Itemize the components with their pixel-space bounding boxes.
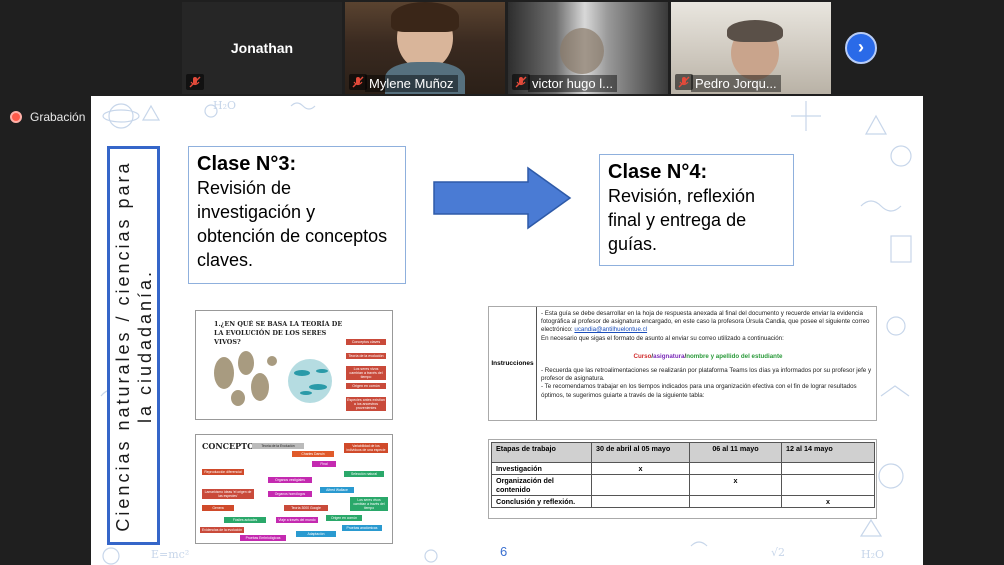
participant-tile-victor[interactable]: victor hugo l... <box>508 2 668 94</box>
table-row: Conclusión y reflexión. x <box>491 495 875 508</box>
concept-chip: Origen en común <box>326 515 362 521</box>
participant-tile-pedro[interactable]: Pedro Jorqu... <box>671 2 831 94</box>
instructions-p2: En necesario que sigas el formato de asu… <box>541 334 784 342</box>
clase3-box: Clase N°3: Revisión de investigación y o… <box>188 146 406 284</box>
concept-chip: Los seres vivos cambian a través del tie… <box>350 497 388 511</box>
concept-chip: Teoría de la Evolución <box>252 443 304 449</box>
concept-chip: Pruebas Embriológicas <box>240 535 286 541</box>
participant-video <box>560 28 604 74</box>
concepts-map-image: CONCEPTOS Teoría de la Evolución Charles… <box>195 434 393 544</box>
participant-name: victor hugo l... <box>528 75 617 92</box>
clase4-box: Clase N°4: Revisión, reflexión final y e… <box>599 154 794 266</box>
concept-chip: Lamarkismo ideas 'el origen de las espec… <box>202 489 254 499</box>
participant-tile-jonathan[interactable]: Jonathan <box>182 2 342 94</box>
recording-label: Grabación <box>30 110 86 124</box>
svg-text:H₂O: H₂O <box>213 99 236 112</box>
evolution-question-image: 1.¿EN QUÉ SE BASA LA TEORÍA DE LA EVOLUC… <box>195 310 393 420</box>
concept-chip: Viaje a través del mundo <box>276 517 318 523</box>
subject-format: Curso/asignatura/nombre y apellido del e… <box>633 352 783 360</box>
evo-tag: Conceptos claves <box>346 339 386 345</box>
table-row: Organización del contenido x <box>491 474 875 496</box>
stages-table: Etapas de trabajo 30 de abril al 05 mayo… <box>491 442 875 508</box>
evo-tag: Teoría de la evolución <box>346 353 386 359</box>
concept-chip: Teoría 3000 Google <box>284 505 328 511</box>
concept-chip: Reproducción diferencial <box>202 469 244 475</box>
concept-chip: Genera <box>202 505 234 511</box>
participant-name: Mylene Muñoz <box>365 75 458 92</box>
mic-muted-icon <box>186 74 204 90</box>
subject-title: Ciencias naturales / ciencias para la ci… <box>112 159 155 532</box>
next-participants-button[interactable]: › <box>845 32 877 64</box>
table-header-row: Etapas de trabajo 30 de abril al 05 mayo… <box>491 442 875 463</box>
participant-name: Pedro Jorqu... <box>691 75 781 92</box>
svg-text:E=mc²: E=mc² <box>151 548 189 561</box>
concept-chip: Alfred Wallace <box>320 487 354 493</box>
record-icon <box>10 111 22 123</box>
concept-chip: Selección natural <box>344 471 384 477</box>
clase3-body: Revisión de investigación y obtención de… <box>197 178 388 270</box>
participant-name: Jonathan <box>230 40 294 56</box>
concept-chip: Organos vestigiales <box>268 477 312 483</box>
instructions-image: Instrucciones - Esta guía se debe desarr… <box>488 306 877 421</box>
slide-page-number: 6 <box>500 544 508 559</box>
concept-chip: Variabilidad de los individuos de una es… <box>344 443 388 453</box>
right-arrow-icon <box>433 166 572 230</box>
svg-text:H₂O: H₂O <box>861 548 884 561</box>
teacher-email-link[interactable]: ucandia@antilhuelontue.cl <box>574 326 647 333</box>
instructions-p4: Te recomendamos trabajar en los tiempos … <box>541 383 857 399</box>
evo-tag: Los seres vivos cambian a través del tie… <box>346 366 386 380</box>
concept-chip: Organos homólogos <box>268 491 312 497</box>
evo-tag: Origen en común <box>346 383 386 389</box>
clase4-body: Revisión, reflexión final y entrega de g… <box>608 186 756 254</box>
instructions-p3: Recuerda que las retroalimentaciones se … <box>541 367 872 383</box>
clase3-title: Clase N°3: <box>197 153 297 175</box>
recording-indicator: Grabación <box>10 109 85 125</box>
instructions-text: - Esta guía se debe desarrollar en la ho… <box>541 310 875 400</box>
evolution-illustration <box>214 351 332 406</box>
evo-tag: Especies antes existían a los ancestros … <box>346 397 386 411</box>
concept-chip: Final <box>312 461 336 467</box>
concept-chip: Pruebas anatómicas <box>342 525 382 531</box>
participant-tile-mylene[interactable]: Mylene Muñoz <box>345 2 505 94</box>
instructions-label: Instrucciones <box>489 307 537 420</box>
shared-slide: H₂O E=mc² √2 H₂O Ciencias naturales / ci… <box>91 96 923 565</box>
stages-table-image: Etapas de trabajo 30 de abril al 05 mayo… <box>488 439 877 519</box>
table-row: Investigación x <box>491 462 875 475</box>
concept-chip: Fósiles actuales <box>224 517 266 523</box>
concept-chip: Evidencias de la evolución <box>200 527 244 533</box>
concept-chip: Charles Darwin <box>292 451 334 457</box>
subject-title-box: Ciencias naturales / ciencias para la ci… <box>107 146 160 545</box>
concept-chip: Adaptación <box>296 531 336 537</box>
svg-text:√2: √2 <box>771 546 785 559</box>
clase4-title: Clase N°4: <box>608 161 708 183</box>
